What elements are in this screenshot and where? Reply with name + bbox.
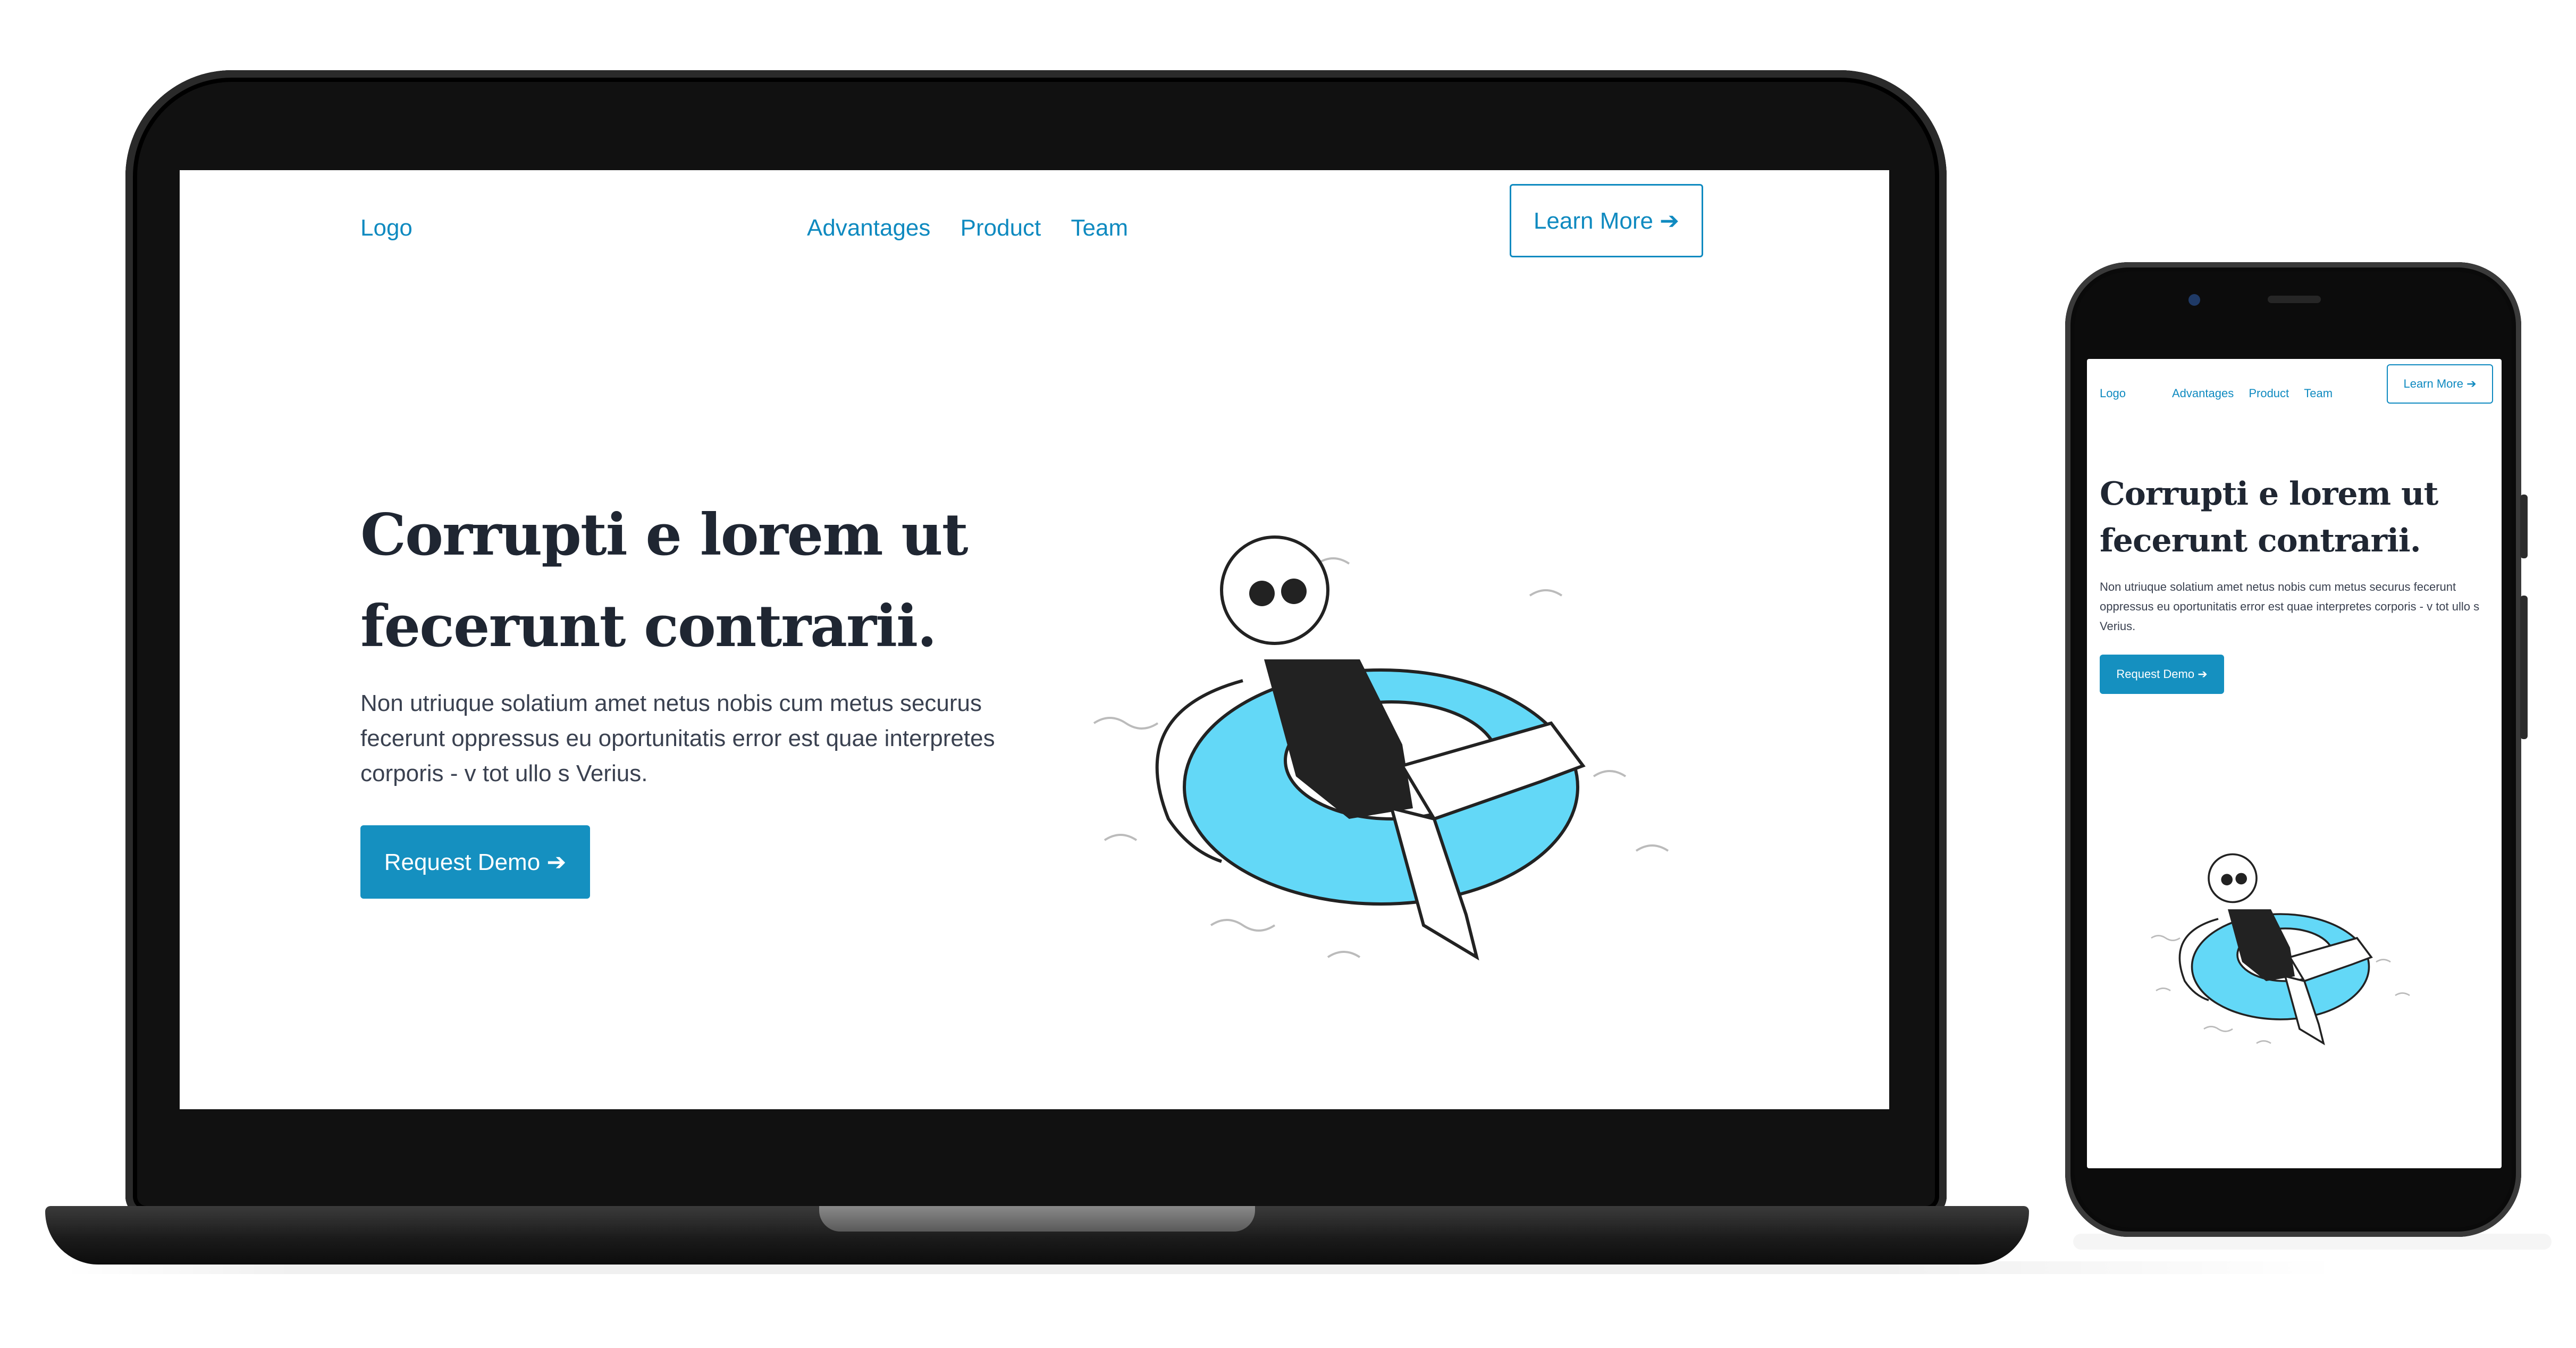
nav-team[interactable]: Team: [1071, 215, 1129, 241]
nav-team[interactable]: Team: [2304, 387, 2333, 400]
main-nav: Advantages Product Team: [807, 215, 1151, 241]
headline-line-1: Corrupti e lorem ut: [2100, 475, 2438, 513]
head: [1220, 535, 1329, 645]
headline-line-2: fecerunt contrarii.: [360, 593, 937, 660]
hero-headline: Corrupti e lorem ut fecerunt contrarii.: [2100, 471, 2493, 564]
headline-line-2: fecerunt contrarii.: [2100, 522, 2421, 559]
learn-more-button[interactable]: Learn More ➔: [2387, 364, 2493, 404]
hero-paragraph: Non utriuque solatium amet netus nobis c…: [360, 690, 995, 786]
laptop-hinge-notch: [819, 1206, 1255, 1232]
phone-speaker: [2268, 296, 2321, 303]
phone-volume-button: [2520, 596, 2528, 739]
nav-product[interactable]: Product: [2249, 387, 2289, 400]
laptop-screen: Logo Advantages Product Team Learn More …: [180, 170, 1889, 1109]
phone-screen: Logo Advantages Product Team Learn More …: [2087, 359, 2502, 1168]
phone-side-button: [2520, 495, 2528, 558]
headline-line-1: Corrupti e lorem ut: [360, 501, 969, 568]
swim-ring-illustration: [2151, 853, 2410, 1045]
nav-advantages[interactable]: Advantages: [807, 215, 930, 241]
phone-camera: [2188, 294, 2200, 306]
learn-more-button[interactable]: Learn More ➔: [1510, 184, 1703, 257]
nav-product[interactable]: Product: [961, 215, 1041, 241]
hero-paragraph: Non utriuque solatium amet netus nobis c…: [2100, 580, 2480, 633]
logo[interactable]: Logo: [2100, 387, 2126, 400]
swim-ring-illustration: [1093, 535, 1669, 961]
nav-advantages[interactable]: Advantages: [2172, 387, 2234, 400]
request-demo-button[interactable]: Request Demo ➔: [2100, 655, 2224, 694]
request-demo-button[interactable]: Request Demo ➔: [360, 825, 590, 899]
main-nav: Advantages Product Team: [2172, 387, 2344, 400]
hero-headline: Corrupti e lorem ut fecerunt contrarii.: [360, 489, 1051, 672]
logo[interactable]: Logo: [360, 215, 413, 241]
